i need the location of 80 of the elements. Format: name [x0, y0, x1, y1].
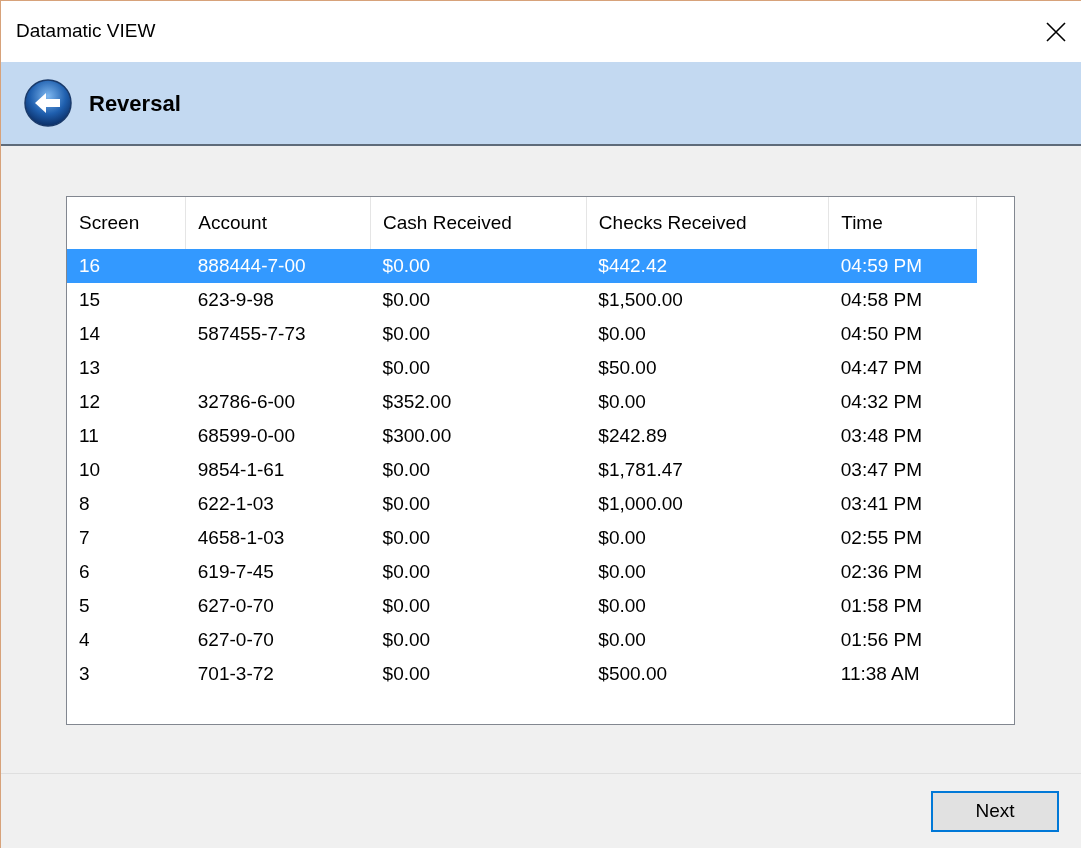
table-cell: 627-0-70	[197, 628, 274, 650]
table-cell: 04:59 PM	[840, 254, 923, 276]
table-cell: 12	[79, 390, 101, 412]
table-cell: $0.00	[598, 322, 646, 344]
table-cell: 03:47 PM	[840, 458, 923, 480]
table-cell: $500.00	[598, 662, 668, 684]
table-row[interactable]: 10 9854-1-61 $0.00 $1,781.47 03:47 PM	[67, 453, 977, 487]
table-row[interactable]: 6 619-7-45 $0.00 $0.00 02:36 PM	[67, 555, 977, 589]
table-cell: 04:32 PM	[840, 390, 923, 412]
table-cell: 701-3-72	[197, 662, 274, 684]
table-cell: $0.00	[382, 458, 431, 480]
table-cell: 5	[79, 594, 90, 616]
table-row[interactable]: 4 627-0-70 $0.00 $0.00 01:56 PM	[67, 623, 977, 657]
table-cell: $442.42	[598, 254, 668, 276]
table-cell: $0.00	[598, 526, 646, 548]
table-cell: 9854-1-61	[197, 458, 285, 480]
table-cell: 8	[79, 492, 90, 514]
table-cell: 11	[79, 424, 99, 446]
table-cell: 04:47 PM	[840, 356, 923, 378]
table-cell: 4658-1-03	[197, 526, 285, 548]
table-row[interactable]: 11 68599-0-00 $300.00 $242.89 03:48 PM	[67, 419, 977, 453]
table-cell: $0.00	[598, 560, 646, 582]
table-cell: 15	[79, 288, 101, 310]
page-title: Reversal	[89, 89, 181, 118]
table-cell: $0.00	[382, 662, 431, 684]
table-cell: 627-0-70	[197, 594, 274, 616]
table-cell: $1,781.47	[598, 458, 683, 480]
table-cell: 587455-7-73	[197, 322, 306, 344]
table-row[interactable]: 15 623-9-98 $0.00 $1,500.00 04:58 PM	[67, 283, 977, 317]
table-cell: 14	[79, 322, 101, 344]
table-cell: $1,000.00	[598, 492, 683, 514]
table-cell: 01:58 PM	[840, 594, 923, 616]
table-cell: $0.00	[382, 492, 431, 514]
table-cell: $1,500.00	[598, 288, 683, 310]
table-row[interactable]: 7 4658-1-03 $0.00 $0.00 02:55 PM	[67, 521, 977, 555]
table-row[interactable]: 3 701-3-72 $0.00 $500.00 11:38 AM	[67, 657, 977, 691]
table-cell: $0.00	[382, 526, 431, 548]
table-cell: 02:55 PM	[840, 526, 923, 548]
table-cell: 4	[79, 628, 90, 650]
table-cell: 68599-0-00	[197, 424, 295, 446]
table-cell: $0.00	[382, 356, 431, 378]
table-cell: $0.00	[382, 288, 431, 310]
table-cell: 6	[79, 560, 90, 582]
table-row[interactable]: 5 627-0-70 $0.00 $0.00 01:58 PM	[67, 589, 977, 623]
table-cell: 888444-7-00	[197, 254, 306, 276]
table-cell: 16	[79, 254, 101, 276]
close-icon	[1045, 20, 1067, 43]
table-cell: 11:38 AM	[840, 662, 920, 684]
table-cell: $0.00	[598, 594, 646, 616]
table-cell: 10	[79, 458, 101, 480]
table-row[interactable]: 13 $0.00 $50.00 04:47 PM	[67, 351, 977, 385]
table-cell: $0.00	[382, 560, 431, 582]
table-cell: $0.00	[598, 390, 646, 412]
table-cell: 623-9-98	[197, 288, 274, 310]
table-cell: $242.89	[598, 424, 668, 446]
table-cell: 622-1-03	[197, 492, 274, 514]
table-cell: 02:36 PM	[840, 560, 923, 582]
table-cell: 13	[79, 356, 101, 378]
next-button[interactable]: Next	[931, 790, 1059, 832]
table-cell: 3	[79, 662, 90, 684]
table-row[interactable]: 8 622-1-03 $0.00 $1,000.00 03:41 PM	[67, 487, 977, 521]
table-cell: $352.00	[382, 390, 452, 412]
table-cell: 03:41 PM	[840, 492, 923, 514]
table-cell: 32786-6-00	[197, 390, 295, 412]
table-cell: 01:56 PM	[840, 628, 923, 650]
table-cell: $0.00	[598, 628, 646, 650]
table-cell: $300.00	[382, 424, 452, 446]
table-cell: 04:58 PM	[840, 288, 923, 310]
table-cell: 619-7-45	[197, 560, 274, 582]
table-cell: $0.00	[382, 628, 431, 650]
table-cell: $0.00	[382, 322, 431, 344]
table-row[interactable]: 14 587455-7-73 $0.00 $0.00 04:50 PM	[67, 317, 977, 351]
window-title: Datamatic VIEW	[16, 19, 156, 44]
table-cell: 03:48 PM	[840, 424, 923, 446]
table-cell: 04:50 PM	[840, 322, 923, 344]
table-row[interactable]: 12 32786-6-00 $352.00 $0.00 04:32 PM	[67, 385, 977, 419]
table-cell: $0.00	[382, 594, 431, 616]
table-cell: $0.00	[382, 254, 431, 276]
table-cell: 7	[79, 526, 90, 548]
table-cell: $50.00	[598, 356, 657, 378]
